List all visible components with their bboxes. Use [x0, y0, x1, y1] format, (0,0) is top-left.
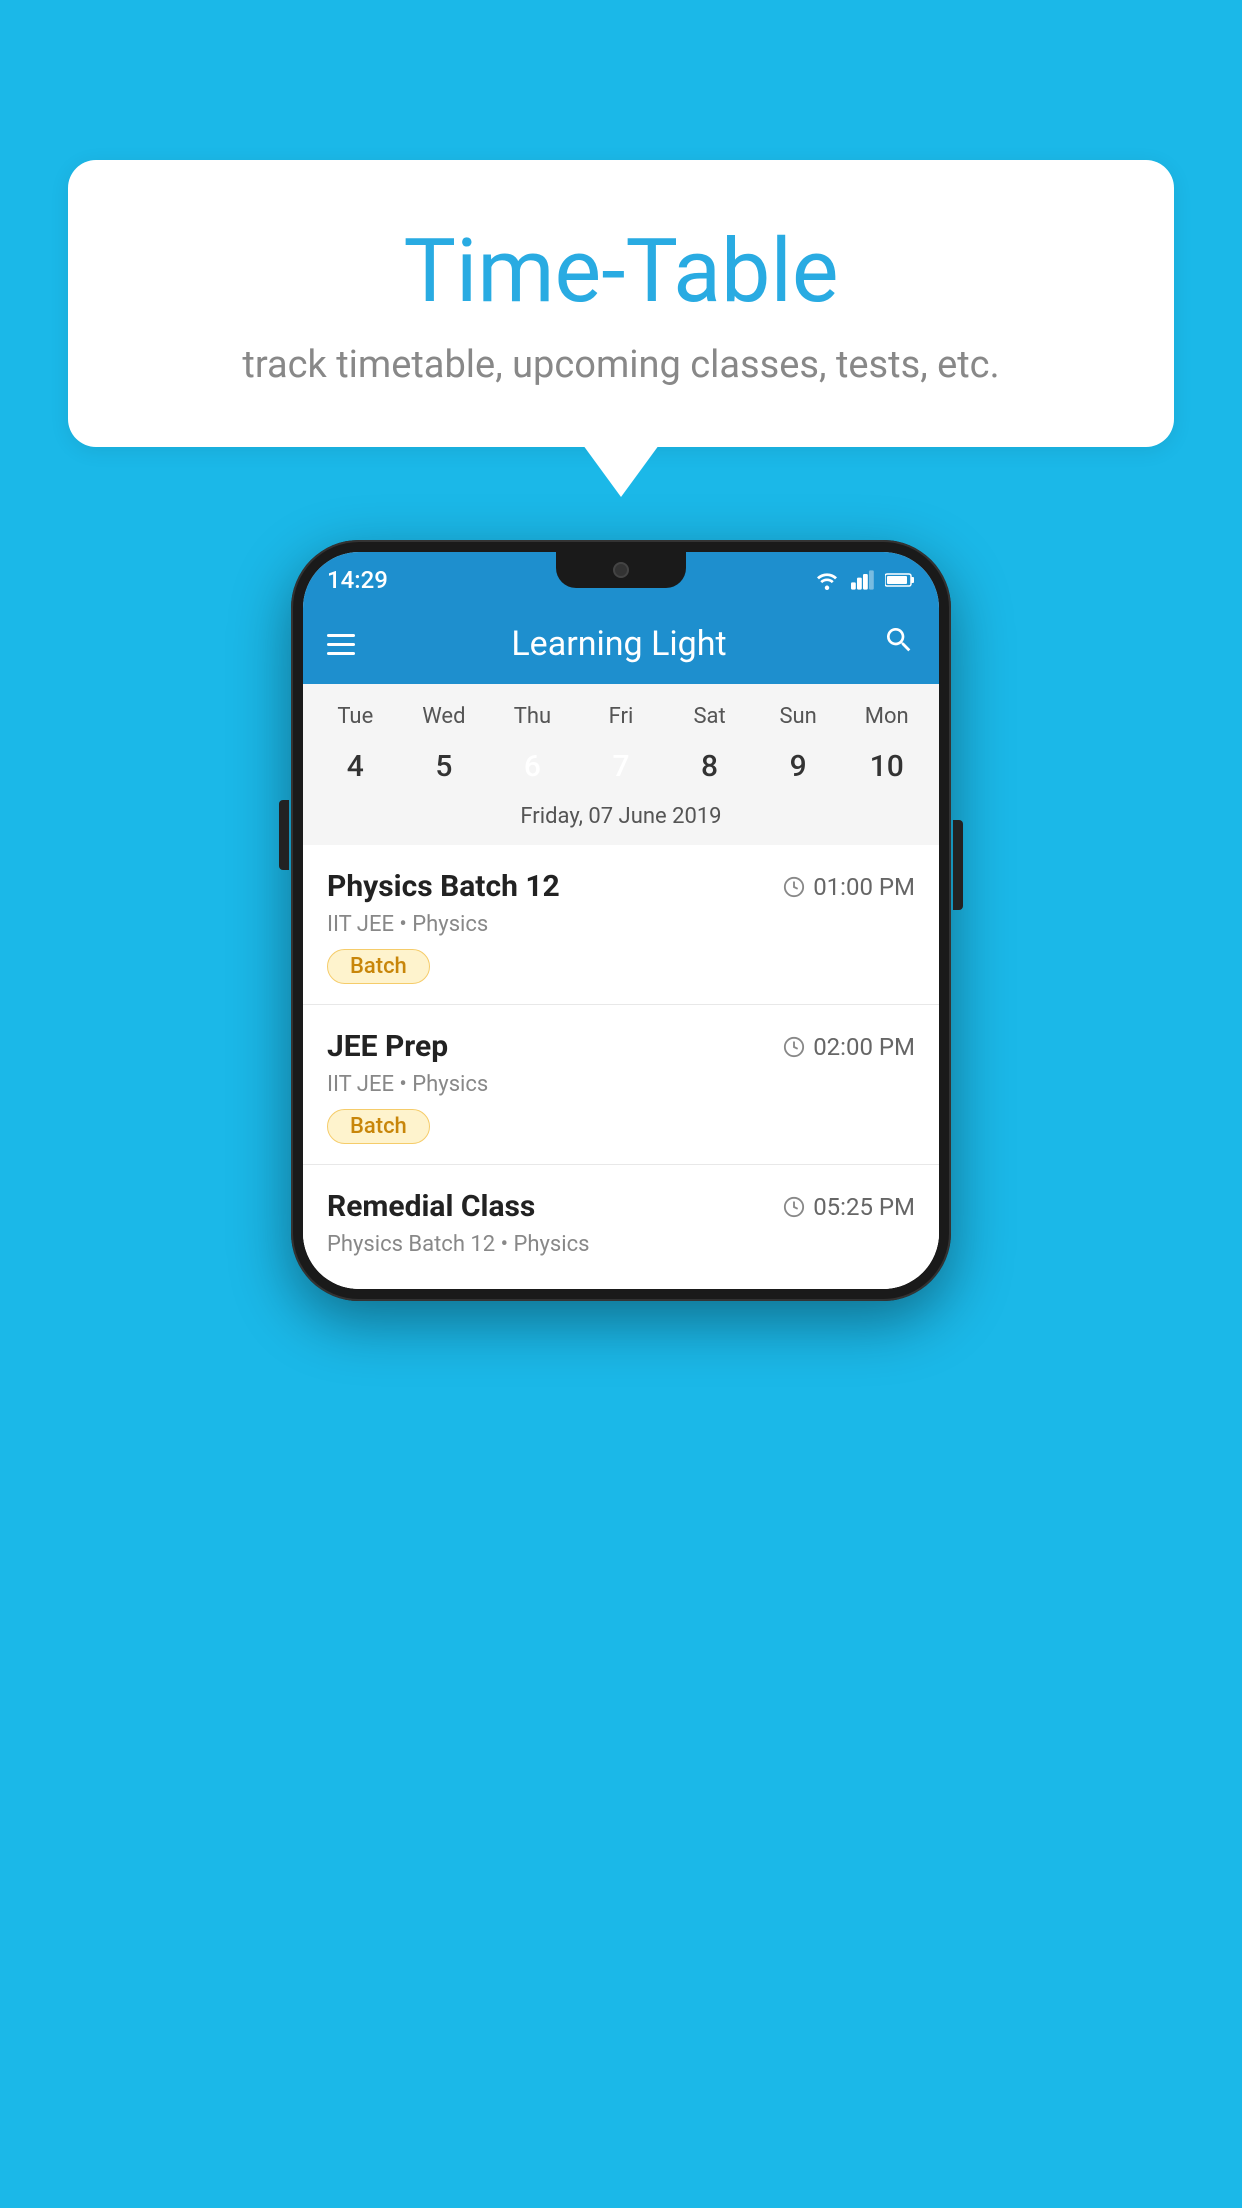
- item-2-title: JEE Prep: [327, 1029, 448, 1064]
- phone-frame: 14:29: [291, 540, 951, 1301]
- date-8[interactable]: 8: [665, 741, 754, 792]
- day-fri: Fri: [577, 700, 666, 733]
- day-sun: Sun: [754, 700, 843, 733]
- day-wed: Wed: [400, 700, 489, 733]
- speech-bubble-container: Time-Table track timetable, upcoming cla…: [68, 160, 1174, 447]
- item-1-title: Physics Batch 12: [327, 869, 560, 904]
- item-3-subtitle: Physics Batch 12 • Physics: [327, 1232, 915, 1257]
- selected-date-label: Friday, 07 June 2019: [303, 792, 939, 837]
- item-3-time: 05:25 PM: [783, 1193, 915, 1221]
- day-mon: Mon: [842, 700, 931, 733]
- days-numbers: 4 5 6 7 8 9 10: [303, 741, 939, 792]
- phone-screen: 14:29: [303, 552, 939, 1289]
- date-6-today[interactable]: 6: [488, 741, 577, 792]
- date-9[interactable]: 9: [754, 741, 843, 792]
- day-sat: Sat: [665, 700, 754, 733]
- schedule-item-2[interactable]: JEE Prep 02:00 PM IIT JEE • Physics Batc…: [303, 1005, 939, 1165]
- bubble-subtitle: track timetable, upcoming classes, tests…: [108, 343, 1134, 387]
- item-2-subtitle: IIT JEE • Physics: [327, 1072, 915, 1097]
- date-5[interactable]: 5: [400, 741, 489, 792]
- camera-icon: [613, 562, 629, 578]
- calendar-section: Tue Wed Thu Fri Sat Sun Mon 4 5 6 7 8 9 …: [303, 684, 939, 845]
- hamburger-menu-icon[interactable]: [327, 634, 355, 655]
- item-2-batch-tag: Batch: [327, 1109, 430, 1144]
- phone-notch: [556, 552, 686, 588]
- clock-icon-2: [783, 1036, 805, 1058]
- clock-icon-1: [783, 876, 805, 898]
- date-10[interactable]: 10: [842, 741, 931, 792]
- speech-bubble: Time-Table track timetable, upcoming cla…: [68, 160, 1174, 447]
- day-thu: Thu: [488, 700, 577, 733]
- schedule-item-1[interactable]: Physics Batch 12 01:00 PM IIT JEE • Phys…: [303, 845, 939, 1005]
- item-1-batch-tag: Batch: [327, 949, 430, 984]
- status-icons: [813, 570, 915, 590]
- item-1-subtitle: IIT JEE • Physics: [327, 912, 915, 937]
- schedule-item-3-header: Remedial Class 05:25 PM: [327, 1189, 915, 1224]
- app-title: Learning Light: [511, 624, 726, 664]
- status-time: 14:29: [327, 566, 388, 594]
- wifi-icon: [813, 570, 841, 590]
- day-tue: Tue: [311, 700, 400, 733]
- clock-icon-3: [783, 1196, 805, 1218]
- app-header: Learning Light: [303, 604, 939, 684]
- battery-icon: [885, 572, 915, 588]
- item-1-time: 01:00 PM: [783, 873, 915, 901]
- days-header: Tue Wed Thu Fri Sat Sun Mon: [303, 700, 939, 733]
- schedule-list: Physics Batch 12 01:00 PM IIT JEE • Phys…: [303, 845, 939, 1289]
- signal-icon: [851, 570, 875, 590]
- bubble-title: Time-Table: [108, 220, 1134, 323]
- item-2-time: 02:00 PM: [783, 1033, 915, 1061]
- schedule-item-3[interactable]: Remedial Class 05:25 PM Physics Batch 12…: [303, 1165, 939, 1289]
- schedule-item-1-header: Physics Batch 12 01:00 PM: [327, 869, 915, 904]
- item-3-title: Remedial Class: [327, 1189, 535, 1224]
- date-4[interactable]: 4: [311, 741, 400, 792]
- search-button[interactable]: [883, 624, 915, 664]
- schedule-item-2-header: JEE Prep 02:00 PM: [327, 1029, 915, 1064]
- date-7-selected[interactable]: 7: [577, 741, 666, 792]
- phone-mockup: 14:29: [291, 540, 951, 1301]
